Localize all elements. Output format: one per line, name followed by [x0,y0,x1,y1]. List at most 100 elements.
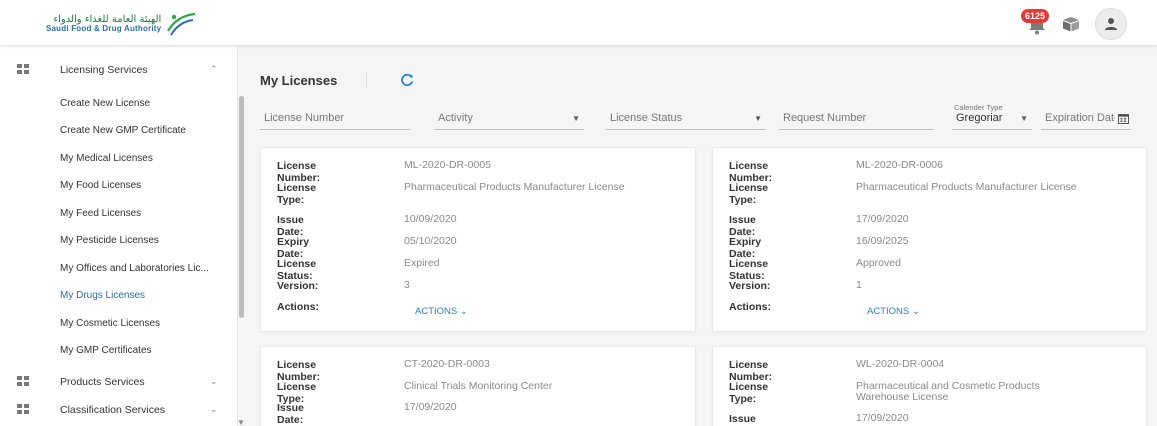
sidebar-subitem-my-medical-licenses[interactable]: My Medical Licenses [60,153,153,164]
dropdown-arrow-icon: ▼ [1020,114,1028,123]
sidebar-item-classification-label: Classification Services [60,404,166,416]
license-status-label: License Status: [277,258,317,282]
license-type-value: Pharmaceutical Products Manufacturer Lic… [856,181,1077,193]
sidebar-item-licensing-label: Licensing Services [60,64,148,76]
license-number-value: ML-2020-DR-0005 [404,159,491,171]
sidebar-subitem-my-food-licenses[interactable]: My Food Licenses [60,180,141,191]
sidebar-item-accounts[interactable]: Accounts Services [0,46,237,53]
sidebar-subitem-my-drugs-licenses[interactable]: My Drugs Licenses [60,290,145,301]
sidebar-item-products-label: Products Services [60,376,145,388]
title-divider [366,72,367,88]
issue-date-value: 17/09/2020 [856,412,909,424]
license-type-value: Clinical Trials Monitoring Center [404,380,553,392]
version-value: 1 [856,279,862,291]
expiry-date-label: Expiry Date: [729,236,762,260]
chevron-down-icon: ⌄ [210,404,218,414]
license-number-filter[interactable]: License Number [260,106,410,130]
dropdown-arrow-icon: ▼ [572,114,580,123]
grid-icon [17,404,29,415]
sfda-emblem-icon [167,12,196,36]
notification-count-badge: 6125 [1021,9,1050,23]
sidebar-scrollbar[interactable] [239,96,244,318]
license-number-label: License Number: [729,359,773,383]
license-status-value: Expired [404,257,440,269]
license-number-filter-placeholder: License Number [264,112,345,124]
page-title: My Licenses [260,73,338,88]
actions-button-label: ACTIONS [415,306,458,317]
license-status-filter-placeholder: License Status [610,112,683,124]
license-number-label: License Number: [277,160,321,184]
logo-english-text: Saudi Food & Drug Authority [46,24,162,34]
sidebar-subitem-my-feed-licenses[interactable]: My Feed Licenses [60,208,141,219]
activity-filter[interactable]: Activity ▼ [434,106,584,130]
scroll-down-arrow-icon[interactable]: ▼ [237,418,245,426]
sidebar-subitem-my-offices-labs-licenses[interactable]: My Offices and Laboratories Lic... [60,263,209,274]
calendar-type-value: Gregoriar [956,112,1003,124]
chevron-up-icon: ⌃ [210,64,218,74]
license-status-filter[interactable]: License Status ▼ [606,106,766,130]
sidebar-subitem-my-gmp-certificates[interactable]: My GMP Certificates [60,345,152,356]
user-avatar-button[interactable] [1095,8,1127,40]
expiry-date-value: 16/09/2025 [856,235,909,247]
license-number-value: ML-2020-DR-0006 [856,159,943,171]
notifications-button[interactable]: 6125 [1021,9,1050,35]
grid-icon [17,376,29,387]
chevron-down-icon: ⌄ [459,306,468,317]
license-number-value: WL-2020-DR-0004 [856,358,945,370]
box-icon[interactable] [1061,15,1081,33]
issue-date-value: 10/09/2020 [404,213,457,225]
actions-label: Actions: [277,301,319,313]
license-type-label: License Type: [729,182,769,206]
version-label: Version: [277,280,319,292]
sidebar-item-licensing-services[interactable]: Licensing Services ⌃ [0,58,237,82]
license-type-label: License Type: [277,182,317,206]
sidebar-subitem-my-cosmetic-licenses[interactable]: My Cosmetic Licenses [60,318,160,329]
main-content: My Licenses License Number Activity ▼ Li… [246,46,1157,426]
calendar-icon[interactable] [1118,113,1129,124]
issue-date-value: 17/09/2020 [404,401,457,413]
chevron-down-icon: ⌄ [210,376,218,386]
sfda-logo[interactable]: الهيئة العامة للغذاء والدواء Saudi Food … [46,10,197,38]
actions-button-label: ACTIONS [867,306,910,317]
license-card: License Number: ML-2020-DR-0005 License T… [260,147,696,332]
actions-dropdown-button[interactable]: ACTIONS ⌄ [867,306,920,317]
license-type-value: Pharmaceutical and Cosmetic Products War… [856,380,1040,403]
issue-date-label: Issue Date: [277,402,304,426]
calendar-type-select[interactable]: Gregoriar ▼ [952,106,1032,130]
sidebar: Accounts Services Licensing Services ⌃ C… [0,46,238,426]
license-number-label: License Number: [729,160,773,184]
actions-label: Actions: [729,301,771,313]
sidebar-item-accounts-label: Accounts Services [60,46,134,48]
issue-date-label: Issue Date: [277,214,304,238]
license-number-value: CT-2020-DR-0003 [404,358,490,370]
logo-text: الهيئة العامة للغذاء والدواء Saudi Food … [46,14,162,34]
sidebar-subitem-my-pesticide-licenses[interactable]: My Pesticide Licenses [60,235,159,246]
dropdown-arrow-icon: ▼ [754,114,762,123]
license-status-value: Approved [856,257,901,269]
sidebar-subitem-create-gmp-certificate[interactable]: Create New GMP Certificate [60,125,186,136]
request-number-filter-placeholder: Request Number [783,112,867,124]
license-card: License Number: CT-2020-DR-0003 License T… [260,346,696,426]
activity-filter-placeholder: Activity [438,112,473,124]
header-actions: 6125 [1021,8,1127,40]
license-type-label: License Type: [729,381,769,405]
license-card: License Number: WL-2020-DR-0004 License T… [712,346,1147,426]
version-value: 3 [404,279,410,291]
request-number-filter[interactable]: Request Number [779,106,934,130]
issue-date-label: Issue Date: [729,214,756,238]
grid-icon [17,64,29,75]
sidebar-subitem-create-new-license[interactable]: Create New License [60,98,150,109]
actions-dropdown-button[interactable]: ACTIONS ⌄ [415,306,468,317]
expiry-date-value: 05/10/2020 [404,235,457,247]
chevron-down-icon: ⌄ [911,306,920,317]
issue-date-label: Issue Date: [729,413,756,426]
sidebar-item-products-services[interactable]: Products Services ⌄ [0,370,237,394]
expiry-date-label: Expiry Date: [277,236,310,260]
grid-icon [17,46,29,53]
refresh-icon[interactable] [399,72,415,88]
expiration-date-filter-placeholder: Expiration Date [1045,112,1115,124]
license-status-label: License Status: [729,258,769,282]
sidebar-item-classification-services[interactable]: Classification Services ⌄ [0,398,237,422]
expiration-date-filter[interactable]: Expiration Date [1041,106,1131,130]
license-card: License Number: ML-2020-DR-0006 License T… [712,147,1147,332]
